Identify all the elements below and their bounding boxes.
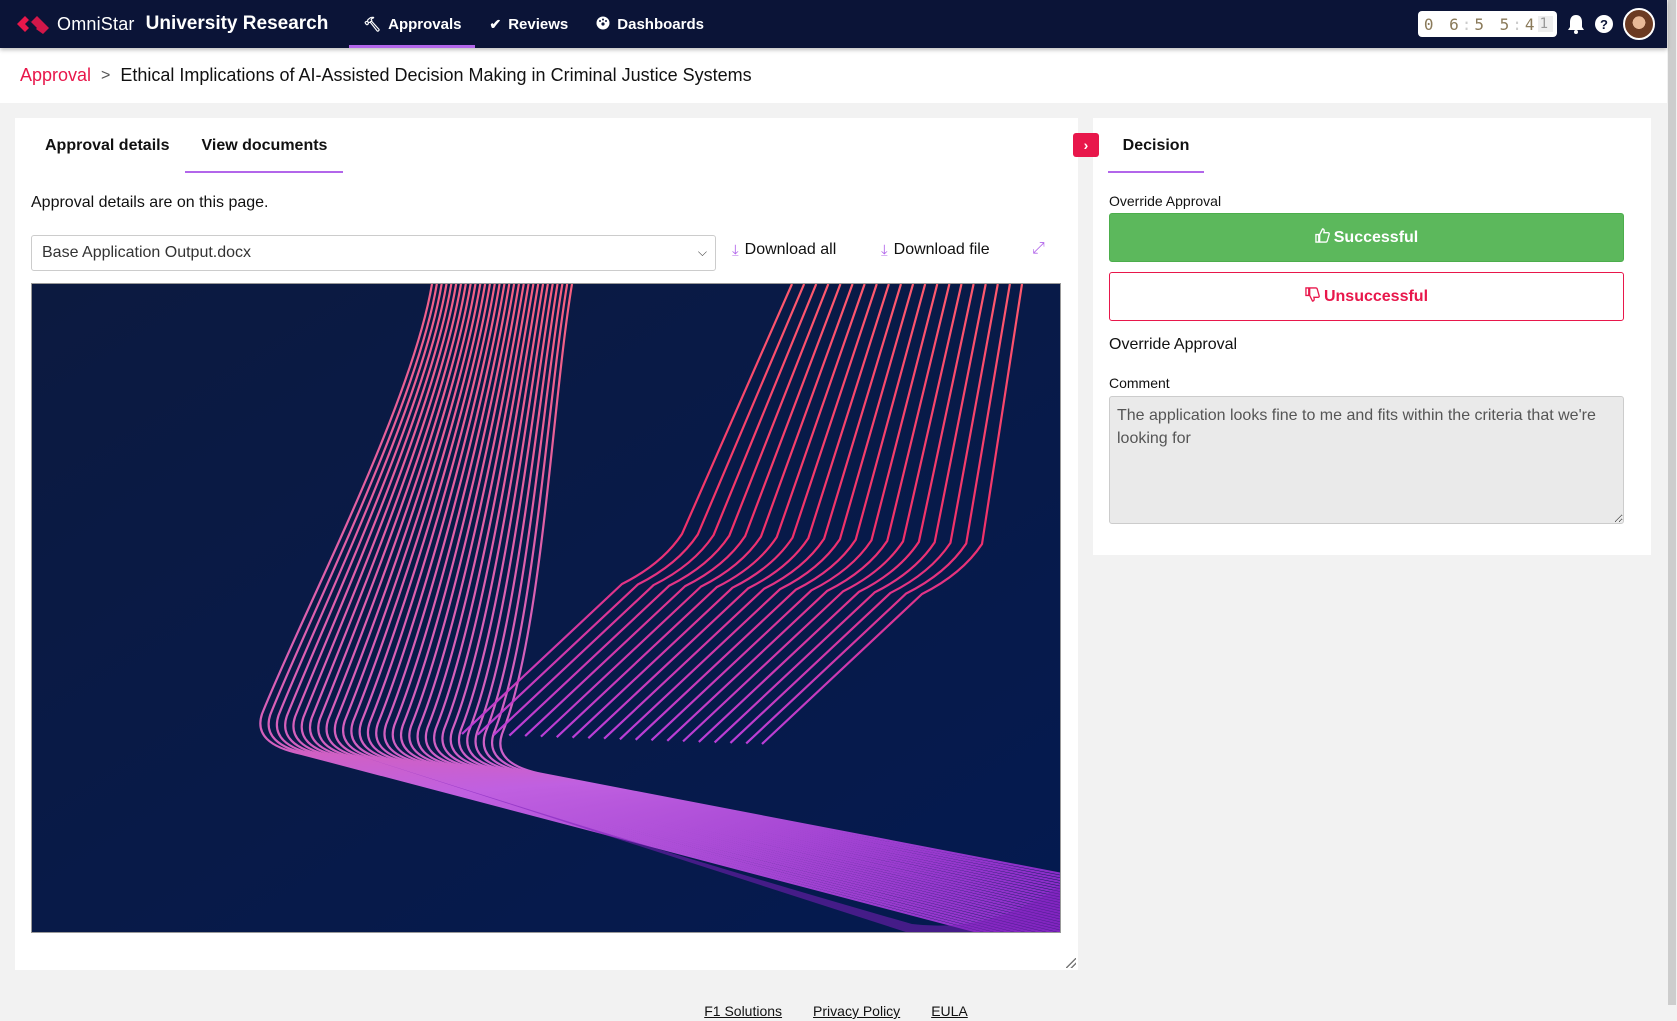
- footer-link-eula[interactable]: EULA: [931, 1003, 968, 1019]
- nav-reviews[interactable]: ✔ Reviews: [475, 0, 582, 48]
- bell-icon[interactable]: [1567, 14, 1585, 34]
- gavel-icon: 🔨︎: [363, 15, 382, 32]
- main-nav: 🔨︎ Approvals ✔ Reviews Dashboards: [349, 0, 718, 48]
- unsuccessful-button[interactable]: Unsuccessful: [1109, 272, 1624, 321]
- collapse-panel-button[interactable]: ›: [1073, 133, 1099, 157]
- comment-textarea[interactable]: [1109, 396, 1624, 524]
- expand-icon[interactable]: ⤢: [1032, 240, 1045, 258]
- intro-text: Approval details are on this page.: [31, 194, 269, 211]
- breadcrumb-separator-icon: >: [101, 66, 111, 84]
- download-file-label: Download file: [893, 241, 990, 258]
- breadcrumb-current: Ethical Implications of AI-Assisted Deci…: [120, 65, 752, 85]
- download-icon: ⤓: [881, 241, 888, 259]
- left-tabs: Approval details View documents: [29, 118, 1078, 173]
- override-approval-label: Override Approval: [1109, 193, 1222, 209]
- breadcrumb-approval-link[interactable]: Approval: [20, 65, 91, 86]
- footer-link-f1-solutions[interactable]: F1 Solutions: [704, 1003, 782, 1019]
- document-select[interactable]: Base Application Output.docx ⌵: [31, 235, 716, 271]
- download-file-button[interactable]: ⤓ Download file: [881, 241, 990, 259]
- panel-resize-handle[interactable]: [1066, 958, 1076, 968]
- brand-name: OmniStar: [57, 13, 135, 34]
- decision-panel: Decision Override Approval Successful Un…: [1093, 118, 1651, 555]
- footer-link-privacy-policy[interactable]: Privacy Policy: [813, 1003, 900, 1019]
- documents-panel: Approval details View documents Approval…: [15, 118, 1078, 970]
- download-all-label: Download all: [744, 241, 837, 258]
- unsuccessful-label: Unsuccessful: [1323, 287, 1429, 305]
- breadcrumb: Approval > Ethical Implications of AI-As…: [0, 48, 1667, 103]
- timer-hours: 0 6: [1423, 14, 1462, 34]
- brand[interactable]: OmniStar University Research: [15, 12, 328, 36]
- timer-minutes: 5 5: [1474, 14, 1513, 34]
- top-navigation-bar: OmniStar University Research 🔨︎ Approval…: [0, 0, 1667, 48]
- timer-seconds-ones: 1: [1537, 16, 1553, 32]
- chevron-down-icon: ⌵: [697, 245, 707, 259]
- download-all-button[interactable]: ⤓ Download all: [732, 241, 836, 259]
- chevron-right-icon: ›: [1083, 137, 1089, 153]
- session-timer: 0 6:5 5:41: [1417, 11, 1557, 37]
- footer: F1 Solutions Privacy Policy EULA: [0, 1003, 1667, 1019]
- override-approval-section-title: Override Approval: [1109, 336, 1238, 353]
- check-icon: ✔: [489, 15, 502, 32]
- user-avatar[interactable]: [1623, 8, 1655, 40]
- download-icon: ⤓: [732, 241, 739, 259]
- successful-label: Successful: [1333, 228, 1419, 246]
- omnistar-logo-icon: [17, 16, 49, 34]
- page-scrollbar[interactable]: [1667, 0, 1677, 1021]
- document-artwork-image: [32, 284, 1060, 932]
- thumbs-down-icon: [1305, 287, 1320, 306]
- nav-approvals[interactable]: 🔨︎ Approvals: [349, 0, 476, 48]
- nav-dashboards[interactable]: Dashboards: [582, 0, 718, 48]
- top-right-tools: 0 6:5 5:41 ?: [1417, 8, 1655, 40]
- nav-approvals-label: Approvals: [388, 15, 462, 33]
- tab-decision[interactable]: Decision: [1108, 118, 1204, 173]
- help-icon[interactable]: ?: [1595, 15, 1613, 33]
- document-select-value: Base Application Output.docx: [42, 244, 252, 261]
- successful-button[interactable]: Successful: [1109, 213, 1624, 262]
- tab-approval-details[interactable]: Approval details: [29, 118, 185, 173]
- document-preview: [31, 283, 1061, 933]
- scrollbar-thumb[interactable]: [1668, 0, 1676, 1005]
- thumbs-up-icon: [1315, 228, 1330, 247]
- nav-dashboards-label: Dashboards: [617, 15, 704, 33]
- comment-label: Comment: [1109, 375, 1170, 391]
- nav-reviews-label: Reviews: [508, 15, 569, 33]
- app-name: University Research: [145, 13, 329, 34]
- timer-seconds-tens: 4: [1524, 14, 1538, 34]
- tab-view-documents[interactable]: View documents: [185, 118, 344, 173]
- dashboard-icon: [596, 16, 610, 33]
